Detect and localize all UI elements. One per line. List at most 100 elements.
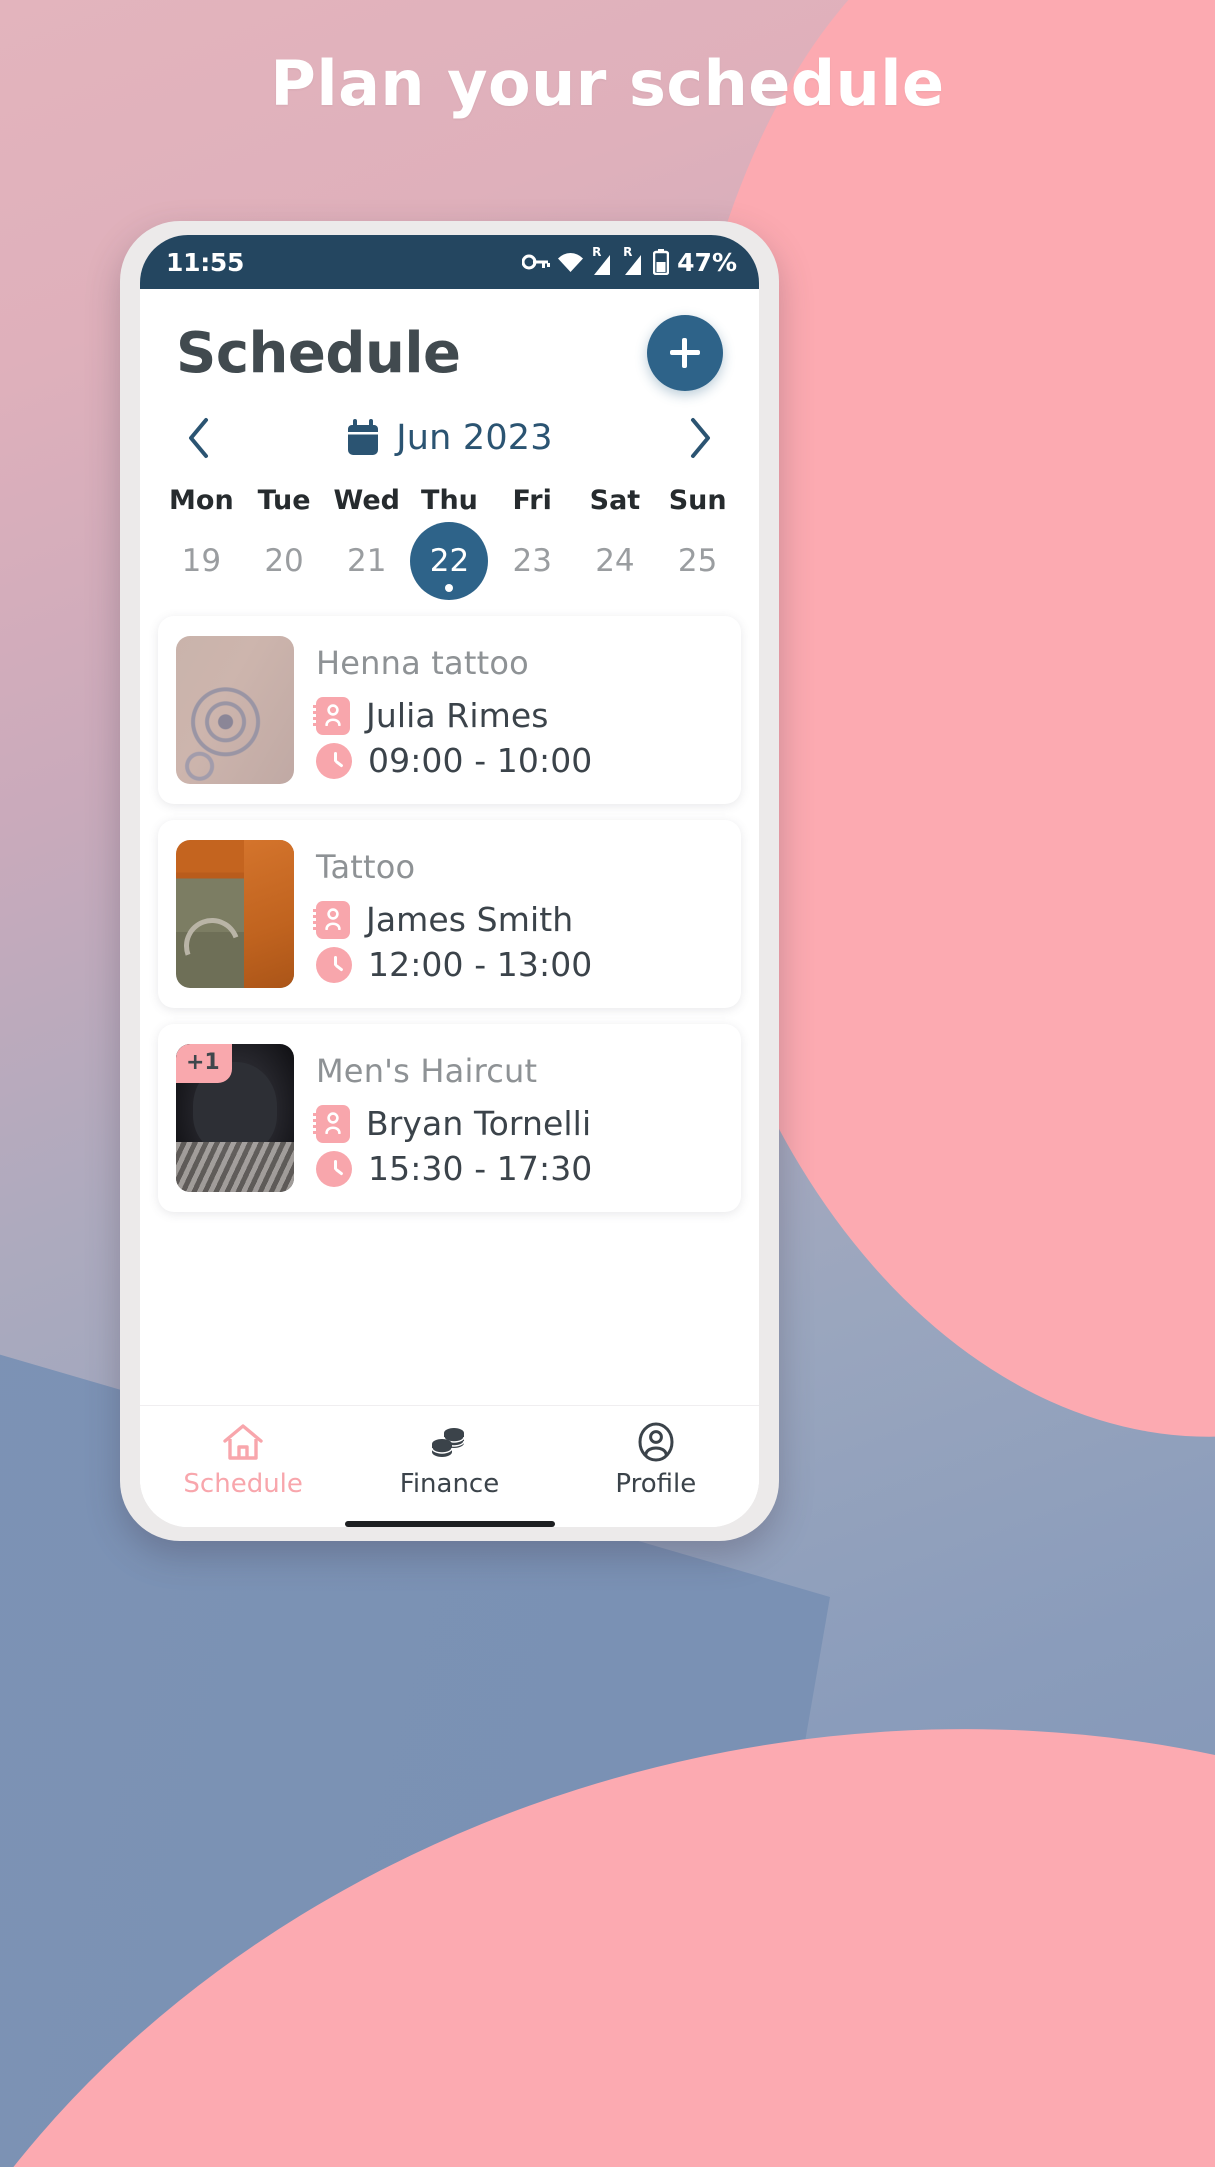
appointment-client-row: Julia Rimes: [313, 696, 723, 735]
appointment-client-row: Bryan Tornelli: [313, 1104, 723, 1143]
day-cell-22-selected[interactable]: 22: [408, 518, 491, 604]
nav-item-finance[interactable]: Finance: [346, 1422, 552, 1499]
phone-screen: 11:55 R R 47% Schedule Jun 2023 Mon Tue …: [140, 235, 759, 1527]
appointment-time: 15:30 - 17:30: [368, 1149, 593, 1188]
add-appointment-button[interactable]: [647, 315, 723, 391]
appointment-time: 12:00 - 13:00: [368, 945, 593, 984]
phone-mockup: 11:55 R R 47% Schedule Jun 2023 Mon Tue …: [120, 221, 779, 1541]
appointment-thumbnail: +1: [176, 1044, 294, 1192]
day-cell-21[interactable]: 21: [325, 518, 408, 604]
promo-headline: Plan your schedule: [270, 47, 945, 120]
next-month-button[interactable]: [677, 415, 723, 461]
nav-label-profile: Profile: [615, 1469, 697, 1499]
weekday-label: Wed: [333, 485, 401, 516]
appointment-thumbnail: [176, 636, 294, 784]
day-event-dot: [445, 584, 454, 592]
month-navigation: Jun 2023: [140, 397, 759, 467]
day-number: 20: [264, 543, 304, 579]
contact-icon: [313, 900, 350, 939]
contact-icon-rings: [313, 704, 320, 727]
weekday-label: Tue: [257, 485, 311, 516]
day-cell-24[interactable]: 24: [574, 518, 657, 604]
status-bar-icons: R R 47%: [522, 246, 737, 277]
contact-icon-person: [325, 1111, 341, 1134]
appointment-client: Julia Rimes: [366, 696, 549, 735]
signal-roaming-icon-1: R: [591, 246, 615, 275]
appointment-details: Men's Haircut Bryan Tornelli 15:30 - 17:…: [313, 1044, 723, 1192]
weekday-label: Fri: [512, 485, 552, 516]
key-icon: [522, 254, 551, 270]
appointment-card[interactable]: Henna tattoo Julia Rimes 09:00 - 10:00: [158, 616, 741, 804]
day-number: 25: [677, 543, 718, 579]
person-circle-icon: [638, 1422, 674, 1462]
weekday-label: Sun: [668, 485, 727, 516]
month-selector[interactable]: Jun 2023: [222, 418, 677, 458]
page-title: Schedule: [176, 320, 461, 386]
status-bar-time: 11:55: [166, 247, 245, 277]
appointment-title: Tattoo: [316, 848, 416, 886]
chevron-right-icon: [691, 418, 710, 458]
clock-icon: [316, 742, 352, 779]
plus-icon: [670, 338, 700, 368]
thumbnail-detail: [176, 1141, 294, 1192]
app-content: Schedule Jun 2023 Mon Tue Wed Thu Fri Sa…: [140, 289, 759, 1527]
weekday-label: Thu: [421, 485, 478, 516]
chevron-left-icon: [189, 418, 208, 458]
nav-label-schedule: Schedule: [183, 1469, 303, 1499]
battery-percent: 47%: [677, 247, 737, 277]
app-header: Schedule: [140, 289, 759, 397]
appointment-time-row: 15:30 - 17:30: [316, 1149, 723, 1188]
appointment-list: Henna tattoo Julia Rimes 09:00 - 10:00 T…: [140, 608, 759, 1405]
appointment-time-row: 09:00 - 10:00: [316, 741, 723, 780]
appointment-client: Bryan Tornelli: [366, 1104, 592, 1143]
appointment-details: Tattoo James Smith 12:00 - 13:00: [313, 840, 723, 988]
weekday-label: Sat: [589, 485, 641, 516]
appointment-card[interactable]: Tattoo James Smith 12:00 - 13:00: [158, 820, 741, 1008]
contact-icon-rings: [313, 908, 320, 931]
day-number: 22: [429, 543, 470, 579]
appointment-client: James Smith: [366, 900, 574, 939]
day-number: 19: [181, 543, 222, 579]
week-strip: Mon Tue Wed Thu Fri Sat Sun 19 20 21 22 …: [140, 467, 759, 608]
contact-icon: [313, 1104, 350, 1143]
appointment-client-row: James Smith: [313, 900, 723, 939]
wifi-icon: [558, 252, 584, 272]
contact-icon-person: [325, 703, 341, 726]
calendar-icon: [348, 419, 379, 455]
bottom-navigation: Schedule Finance Profile: [140, 1405, 759, 1513]
appointment-title: Men's Haircut: [316, 1052, 538, 1090]
day-cell-20[interactable]: 20: [243, 518, 326, 604]
home-indicator: [344, 1521, 555, 1527]
home-icon: [223, 1424, 263, 1460]
nav-item-profile[interactable]: Profile: [553, 1422, 759, 1499]
status-bar: 11:55 R R 47%: [140, 235, 759, 289]
appointment-time-row: 12:00 - 13:00: [316, 945, 723, 984]
extra-count-badge: +1: [176, 1044, 232, 1083]
weekday-header-row: Mon Tue Wed Thu Fri Sat Sun: [160, 477, 739, 518]
contact-icon-rings: [313, 1112, 320, 1135]
battery-icon: [653, 249, 670, 275]
day-number: 21: [347, 543, 387, 579]
day-number: 23: [512, 543, 552, 579]
nav-label-finance: Finance: [399, 1469, 500, 1499]
appointment-title: Henna tattoo: [316, 644, 529, 682]
clock-icon: [316, 1150, 352, 1187]
clock-icon: [316, 946, 352, 983]
appointment-details: Henna tattoo Julia Rimes 09:00 - 10:00: [313, 636, 723, 784]
contact-icon-person: [325, 907, 341, 930]
day-cell-19[interactable]: 19: [160, 518, 243, 604]
appointment-card[interactable]: +1 Men's Haircut Bryan Tornelli 15:30 - …: [158, 1024, 741, 1212]
day-number: 24: [595, 543, 635, 579]
appointment-time: 09:00 - 10:00: [368, 741, 593, 780]
thumbnail-detail: [176, 908, 250, 984]
month-label: Jun 2023: [396, 418, 553, 458]
contact-icon: [313, 696, 350, 735]
weekday-label: Mon: [169, 485, 234, 516]
day-cell-23[interactable]: 23: [491, 518, 574, 604]
signal-roaming-icon-2: R: [622, 246, 646, 275]
coins-icon: [431, 1428, 466, 1457]
nav-item-schedule[interactable]: Schedule: [140, 1422, 346, 1499]
previous-month-button[interactable]: [176, 415, 222, 461]
day-cell-25[interactable]: 25: [656, 518, 739, 604]
appointment-thumbnail: [176, 840, 294, 988]
